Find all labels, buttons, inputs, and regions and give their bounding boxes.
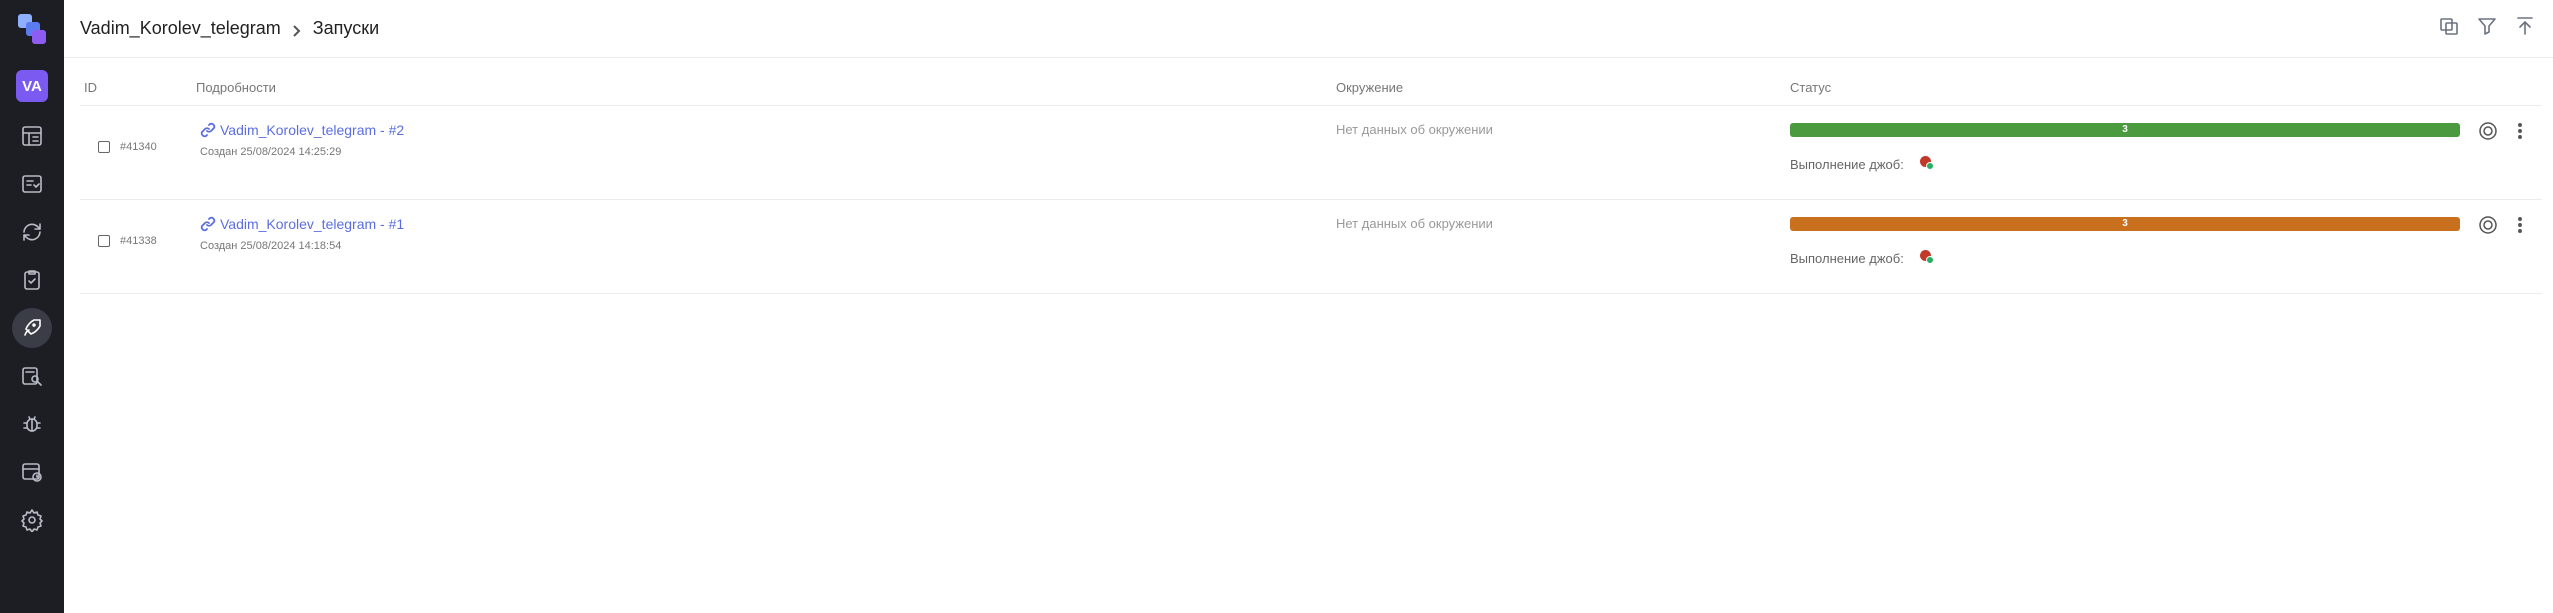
chevron-right-icon bbox=[291, 22, 303, 37]
status-count: 3 bbox=[2122, 218, 2128, 229]
schedule-icon bbox=[22, 463, 42, 482]
run-id: #41338 bbox=[120, 235, 157, 247]
jobs-label: Выполнение джоб: bbox=[1790, 156, 1904, 172]
row-target-button[interactable] bbox=[2477, 214, 2499, 236]
breadcrumb: Vadim_Korolev_telegram Запуски bbox=[80, 18, 379, 39]
sidebar: VA bbox=[0, 0, 64, 613]
settings-icon bbox=[21, 509, 43, 532]
column-id[interactable]: ID bbox=[84, 80, 97, 95]
table-header: ID Подробности Окружение Статус bbox=[80, 80, 2542, 106]
target-icon bbox=[2479, 122, 2497, 140]
test-cases-icon bbox=[22, 175, 42, 193]
page-header: Vadim_Korolev_telegram Запуски bbox=[64, 0, 2553, 58]
column-status[interactable]: Статус bbox=[1790, 80, 1831, 95]
job-status-icon[interactable] bbox=[1919, 156, 1936, 172]
jobs-label: Выполнение джоб: bbox=[1790, 250, 1904, 266]
rocket-launch-icon bbox=[24, 319, 41, 336]
run-link[interactable]: Vadim_Korolev_telegram - #2 bbox=[200, 122, 404, 138]
bug-icon bbox=[23, 416, 41, 432]
run-name[interactable]: Vadim_Korolev_telegram - #2 bbox=[220, 122, 404, 138]
page-title: Запуски bbox=[312, 18, 380, 38]
target-icon bbox=[2479, 216, 2497, 234]
run-id: #41340 bbox=[120, 141, 157, 153]
sidebar-item-search-report[interactable] bbox=[12, 356, 52, 396]
table-row[interactable]: #41338 Vadim_Korolev_telegram - #1 Созда… bbox=[80, 200, 2542, 294]
filter-button[interactable] bbox=[2475, 14, 2499, 38]
compare-button[interactable] bbox=[2437, 14, 2461, 38]
dashboard-icon bbox=[22, 126, 42, 146]
row-target-button[interactable] bbox=[2477, 120, 2499, 142]
row-menu-button[interactable] bbox=[2509, 214, 2531, 236]
sidebar-item-dashboard[interactable] bbox=[12, 116, 52, 156]
created-date: Создан 25/08/2024 14:18:54 bbox=[200, 240, 342, 252]
environment-text: Нет данных об окружении bbox=[1336, 216, 1493, 231]
sidebar-item-schedule[interactable] bbox=[12, 452, 52, 492]
sidebar-item-sync[interactable] bbox=[12, 212, 52, 252]
compare-icon bbox=[2440, 18, 2458, 35]
status-bar[interactable]: 3 bbox=[1790, 217, 2460, 231]
column-environment[interactable]: Окружение bbox=[1336, 80, 1403, 95]
more-vertical-icon bbox=[2518, 217, 2522, 233]
row-checkbox[interactable] bbox=[98, 235, 110, 247]
status-bar[interactable]: 3 bbox=[1790, 123, 2460, 137]
filter-icon bbox=[2478, 18, 2496, 35]
more-vertical-icon bbox=[2518, 123, 2522, 139]
environment-text: Нет данных об окружении bbox=[1336, 122, 1493, 137]
column-details[interactable]: Подробности bbox=[196, 80, 276, 95]
job-status-icon[interactable] bbox=[1919, 250, 1936, 266]
created-date: Создан 25/08/2024 14:25:29 bbox=[200, 146, 342, 158]
app-logo[interactable] bbox=[14, 12, 50, 48]
sidebar-item-settings[interactable] bbox=[12, 500, 52, 540]
upload-button[interactable] bbox=[2513, 14, 2537, 38]
status-count: 3 bbox=[2122, 124, 2128, 135]
breadcrumb-project[interactable]: Vadim_Korolev_telegram bbox=[80, 18, 281, 39]
sidebar-item-test-cases[interactable] bbox=[12, 164, 52, 204]
upload-icon bbox=[2517, 17, 2533, 35]
row-menu-button[interactable] bbox=[2509, 120, 2531, 142]
search-report-icon bbox=[22, 367, 42, 386]
sync-icon bbox=[23, 223, 41, 241]
row-checkbox[interactable] bbox=[98, 141, 110, 153]
jobs-status: Выполнение джоб: bbox=[1790, 156, 1936, 172]
sidebar-item-checklist[interactable] bbox=[12, 260, 52, 300]
avatar[interactable]: VA bbox=[16, 70, 48, 102]
run-name[interactable]: Vadim_Korolev_telegram - #1 bbox=[220, 216, 404, 232]
link-icon bbox=[200, 216, 216, 232]
header-actions bbox=[2437, 14, 2537, 38]
jobs-status: Выполнение джоб: bbox=[1790, 250, 1936, 266]
sidebar-item-bugs[interactable] bbox=[12, 404, 52, 444]
table-row[interactable]: #41340 Vadim_Korolev_telegram - #2 Созда… bbox=[80, 106, 2542, 200]
sidebar-item-launches[interactable] bbox=[12, 308, 52, 348]
run-link[interactable]: Vadim_Korolev_telegram - #1 bbox=[200, 216, 404, 232]
link-icon bbox=[200, 122, 216, 138]
checklist-icon bbox=[24, 270, 40, 290]
